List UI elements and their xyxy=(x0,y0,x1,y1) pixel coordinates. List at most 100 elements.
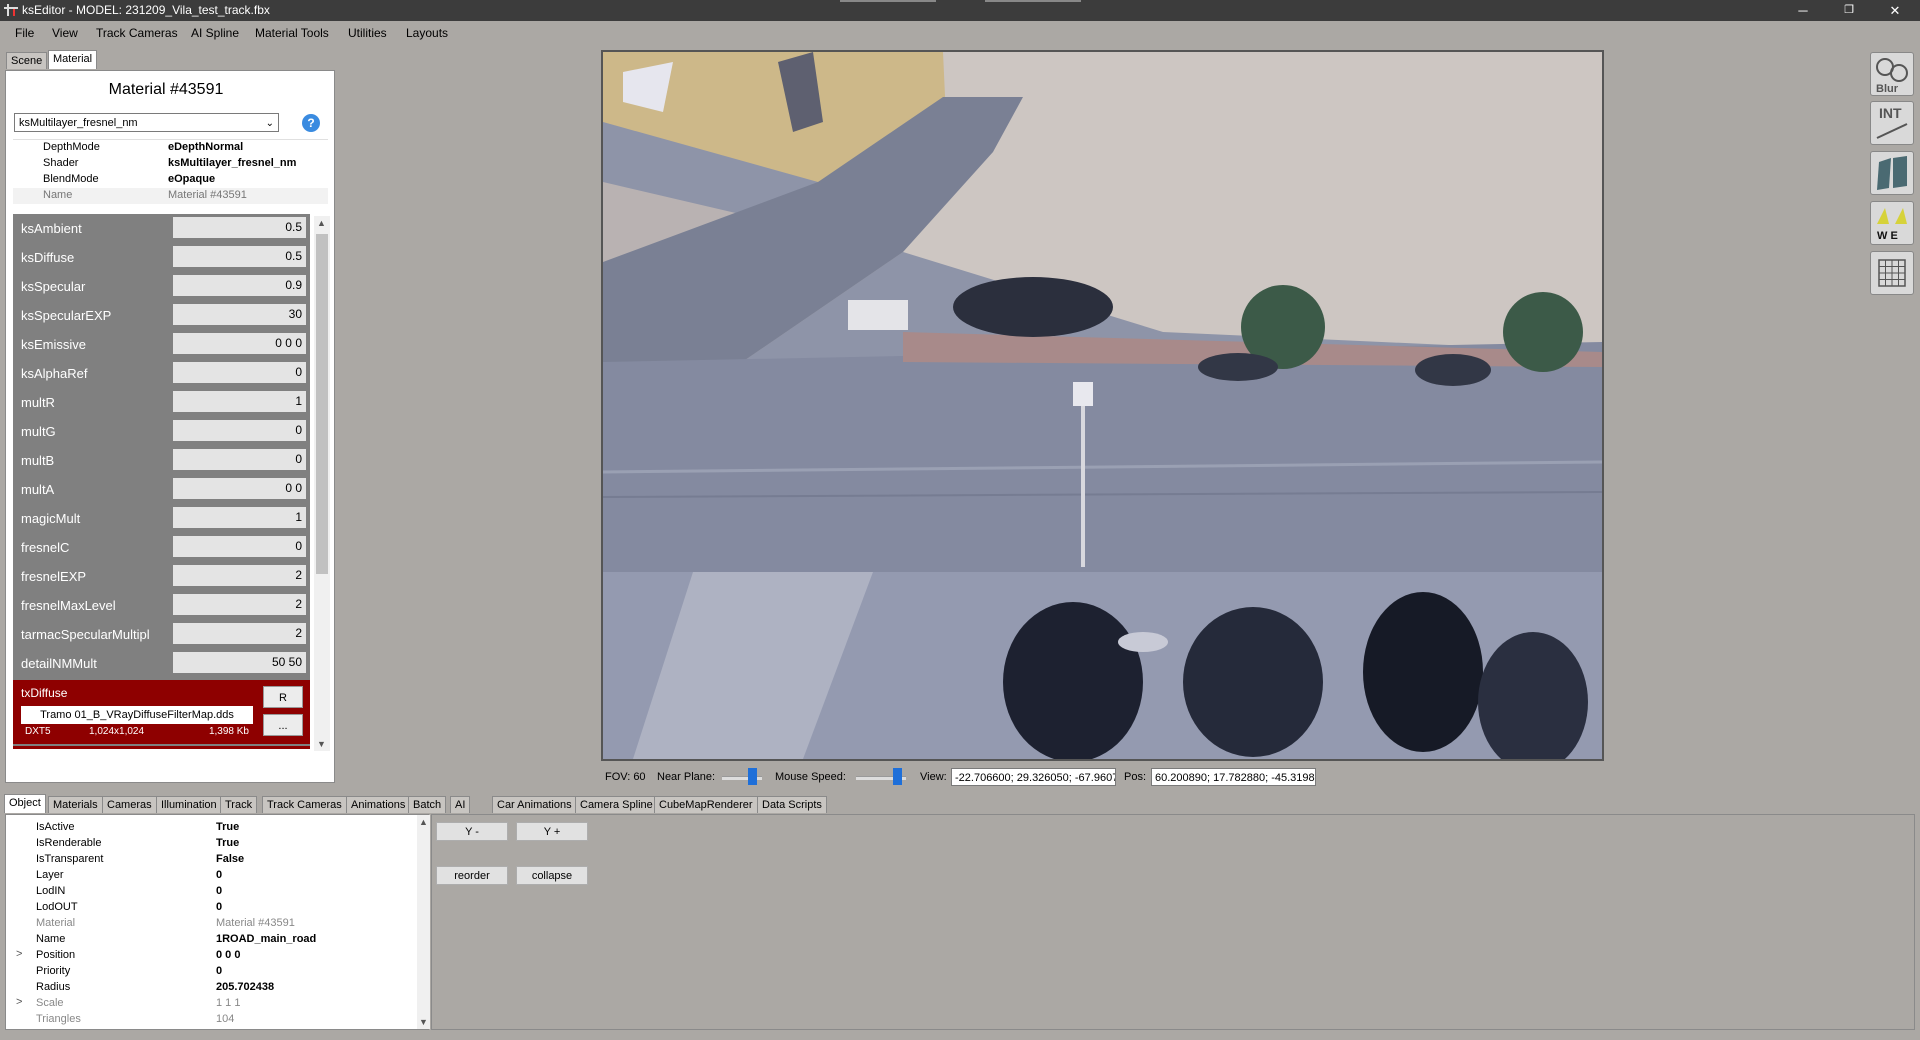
info-row[interactable]: BlendMode eOpaque xyxy=(13,172,328,188)
param-value[interactable]: 1 xyxy=(173,391,306,412)
param-value[interactable]: 0.5 xyxy=(173,217,306,238)
param-value[interactable]: 2 xyxy=(173,594,306,615)
param-value[interactable]: 2 xyxy=(173,623,306,644)
param-value[interactable]: 0.5 xyxy=(173,246,306,267)
blur-button[interactable]: Blur xyxy=(1870,52,1914,96)
tab-materials[interactable]: Materials xyxy=(48,796,103,813)
view-field[interactable]: -22.706600; 29.326050; -67.9607 xyxy=(951,768,1116,786)
mouse-speed-thumb[interactable] xyxy=(893,768,902,785)
scroll-thumb[interactable] xyxy=(316,234,328,574)
info-value: ksMultilayer_fresnel_nm xyxy=(168,157,297,169)
param-label: ksEmissive xyxy=(21,337,87,352)
menu-view[interactable]: View xyxy=(52,26,78,40)
param-value[interactable]: 0 xyxy=(173,449,306,470)
tab-illumination[interactable]: Illumination xyxy=(156,796,222,813)
restore-button[interactable]: ❐ xyxy=(1826,0,1872,21)
3d-viewport[interactable] xyxy=(601,50,1604,761)
menu-bar: File View Track Cameras AI Spline Materi… xyxy=(0,21,1920,45)
property-row[interactable]: Name 1ROAD_main_road xyxy=(6,932,411,948)
property-scrollbar[interactable]: ▲ ▼ xyxy=(417,815,430,1029)
param-value[interactable]: 0 0 xyxy=(173,478,306,499)
tab-data-scripts[interactable]: Data Scripts xyxy=(757,796,827,813)
param-value[interactable]: 2 xyxy=(173,565,306,586)
property-value: 0 xyxy=(216,965,223,977)
scroll-up-icon[interactable]: ▲ xyxy=(317,218,326,228)
menu-layouts[interactable]: Layouts xyxy=(406,26,448,40)
reorder-button[interactable]: reorder xyxy=(436,866,508,885)
menu-utilities[interactable]: Utilities xyxy=(348,26,387,40)
tab-material[interactable]: Material xyxy=(48,50,98,69)
pos-field[interactable]: 60.200890; 17.782880; -45.3198 xyxy=(1151,768,1316,786)
y-minus-button[interactable]: Y - xyxy=(436,822,508,841)
scroll-up-icon[interactable]: ▲ xyxy=(419,817,428,827)
menu-track-cameras[interactable]: Track Cameras xyxy=(96,26,178,40)
window-title: ksEditor - MODEL: 231209_Vila_test_track… xyxy=(22,3,270,17)
param-label: fresnelC xyxy=(21,540,70,555)
tab-car-animations[interactable]: Car Animations xyxy=(492,796,577,813)
close-button[interactable]: ✕ xyxy=(1872,0,1918,21)
tab-cubemap-renderer[interactable]: CubeMapRenderer xyxy=(654,796,758,813)
tab-animations[interactable]: Animations xyxy=(346,796,411,813)
material-scrollbar[interactable]: ▲ ▼ xyxy=(314,216,330,751)
param-value[interactable]: 0 xyxy=(173,536,306,557)
scroll-down-icon[interactable]: ▼ xyxy=(419,1017,428,1027)
expand-icon[interactable]: > xyxy=(16,996,22,1008)
param-row: multR 1 xyxy=(13,388,310,417)
help-icon[interactable]: ? xyxy=(302,114,320,132)
menu-file[interactable]: File xyxy=(15,26,34,40)
tab-batch[interactable]: Batch xyxy=(408,796,447,813)
tab-track[interactable]: Track xyxy=(220,796,258,813)
pos-label: Pos: xyxy=(1124,771,1147,783)
expand-icon[interactable]: > xyxy=(16,948,22,960)
tab-scene[interactable]: Scene xyxy=(6,52,48,69)
grid-button[interactable] xyxy=(1870,251,1914,295)
property-row[interactable]: IsActive True xyxy=(6,820,411,836)
property-row[interactable]: > Scale 1 1 1 xyxy=(6,996,411,1012)
collapse-button[interactable]: collapse xyxy=(516,866,588,885)
texture-browse-button[interactable]: ... xyxy=(263,714,303,736)
property-row[interactable]: IsTransparent False xyxy=(6,852,411,868)
property-value: 1 1 1 xyxy=(216,997,241,1009)
scroll-down-icon[interactable]: ▼ xyxy=(317,739,326,749)
property-row[interactable]: Radius 205.702438 xyxy=(6,980,411,996)
property-row[interactable]: IsRenderable True xyxy=(6,836,411,852)
menu-material-tools[interactable]: Material Tools xyxy=(255,26,329,40)
tab-ai[interactable]: AI xyxy=(450,796,471,813)
menu-ai-spline[interactable]: AI Spline xyxy=(191,26,239,40)
wipers-button[interactable]: W E xyxy=(1870,201,1914,245)
param-row: multB 0 xyxy=(13,446,310,475)
param-value[interactable]: 50 50 xyxy=(173,652,306,673)
glass-button[interactable] xyxy=(1870,151,1914,195)
near-plane-thumb[interactable] xyxy=(748,768,757,785)
texture-reload-button[interactable]: R xyxy=(263,686,303,708)
texture-file[interactable]: Tramo 01_B_VRayDiffuseFilterMap.dds xyxy=(21,706,253,724)
param-value[interactable]: 0 0 0 xyxy=(173,333,306,354)
property-row[interactable]: LodIN 0 xyxy=(6,884,411,900)
property-row[interactable]: Layer 0 xyxy=(6,868,411,884)
property-row[interactable]: Material Material #43591 xyxy=(6,916,411,932)
y-plus-button[interactable]: Y + xyxy=(516,822,588,841)
taskbar-marker xyxy=(840,0,936,2)
info-row[interactable]: DepthMode eDepthNormal xyxy=(13,140,328,156)
property-row[interactable]: > Position 0 0 0 xyxy=(6,948,411,964)
param-value[interactable]: 30 xyxy=(173,304,306,325)
shader-select[interactable]: ksMultilayer_fresnel_nm ⌄ xyxy=(14,113,279,132)
info-row[interactable]: Shader ksMultilayer_fresnel_nm xyxy=(13,156,328,172)
tab-object[interactable]: Object xyxy=(4,794,46,813)
property-value: 0 0 0 xyxy=(216,949,241,961)
int-hr-lr-button[interactable]: INT xyxy=(1870,101,1914,145)
minimize-button[interactable]: ─ xyxy=(1780,0,1826,21)
info-row[interactable]: Name Material #43591 xyxy=(13,188,328,204)
param-value[interactable]: 0 xyxy=(173,420,306,441)
tab-track-cameras[interactable]: Track Cameras xyxy=(262,796,347,813)
param-value[interactable]: 1 xyxy=(173,507,306,528)
tab-cameras[interactable]: Cameras xyxy=(102,796,157,813)
param-value[interactable]: 0.9 xyxy=(173,275,306,296)
property-row[interactable]: Triangles 104 xyxy=(6,1012,411,1028)
property-row[interactable]: Priority 0 xyxy=(6,964,411,980)
param-label: multA xyxy=(21,482,55,497)
param-label: fresnelEXP xyxy=(21,569,87,584)
property-row[interactable]: LodOUT 0 xyxy=(6,900,411,916)
tab-camera-spline[interactable]: Camera Spline xyxy=(575,796,658,813)
param-value[interactable]: 0 xyxy=(173,362,306,383)
